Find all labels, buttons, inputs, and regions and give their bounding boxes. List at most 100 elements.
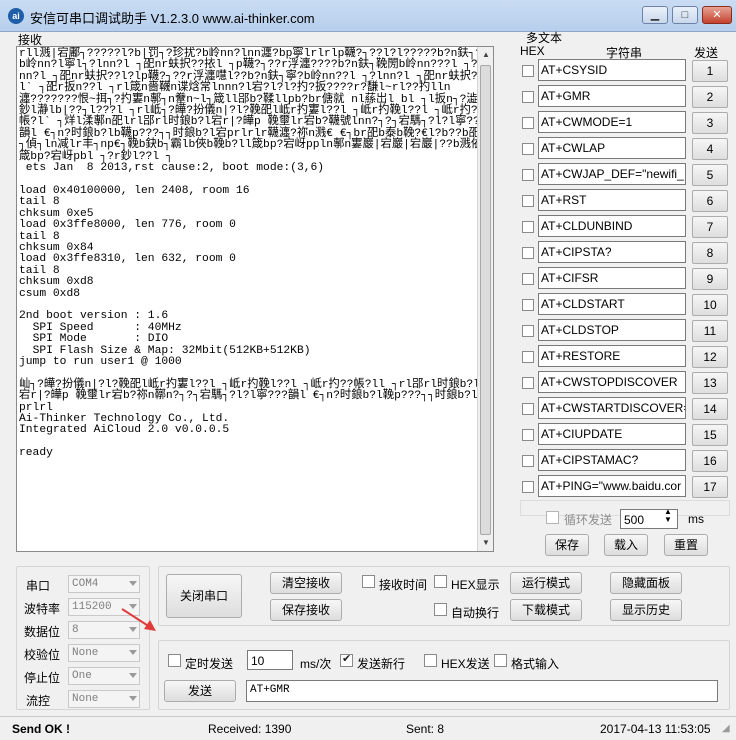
scroll-down-icon[interactable]: ▼ [478,535,493,551]
hex-checkbox[interactable] [522,91,534,103]
send-row-button[interactable]: 4 [692,138,728,160]
interval-spinner-icon[interactable]: ▲ ▼ [664,508,672,524]
command-input[interactable]: AT+CWSTOPDISCOVER [538,371,686,393]
command-input[interactable]: AT+CWMODE=1 [538,111,686,133]
hide-panel-button[interactable]: 隐藏面板 [610,572,682,594]
hex-checkbox[interactable] [522,429,534,441]
send-text-input[interactable]: AT+GMR [246,680,718,702]
status-datetime: 2017-04-13 11:53:05 [600,722,711,736]
format-input-checkbox[interactable] [494,654,507,667]
send-row-button[interactable]: 15 [692,424,728,446]
hex-checkbox[interactable] [522,377,534,389]
resize-grip-icon[interactable]: ◢ [722,723,730,734]
hex-send-checkbox[interactable] [424,654,437,667]
hex-checkbox[interactable] [522,195,534,207]
send-row-button[interactable]: 12 [692,346,728,368]
save-multitext-button[interactable]: 保存 [545,534,589,556]
multitext-row: AT+CWLAP 4 [520,137,730,161]
send-row-button[interactable]: 9 [692,268,728,290]
command-input[interactable]: AT+CWLAP [538,137,686,159]
command-input[interactable]: AT+CWJAP_DEF="newifi_ [538,163,686,185]
hex-checkbox[interactable] [522,221,534,233]
command-input[interactable]: AT+RST [538,189,686,211]
command-input[interactable]: AT+GMR [538,85,686,107]
hex-checkbox[interactable] [522,455,534,467]
auto-newline-label: 自动换行 [451,606,500,620]
send-row-button[interactable]: 5 [692,164,728,186]
status-message: Send OK ! [12,722,71,736]
send-row-button[interactable]: 13 [692,372,728,394]
parity-select[interactable]: None [68,644,140,662]
send-row-button[interactable]: 3 [692,112,728,134]
receive-time-label: 接收时间 [379,578,428,592]
receive-scrollbar[interactable]: ▲ ▼ [477,47,493,551]
command-input[interactable]: AT+CSYSID [538,59,686,81]
flow-select[interactable]: None [68,690,140,708]
send-row-button[interactable]: 6 [692,190,728,212]
send-button[interactable]: 发送 [164,680,236,702]
command-input[interactable]: AT+CIPSTAMAC? [538,449,686,471]
multitext-row: AT+CIPSTA? 8 [520,241,730,265]
run-mode-button[interactable]: 运行模式 [510,572,582,594]
auto-newline-checkbox[interactable] [434,603,447,616]
port-select[interactable]: COM4 [68,575,140,593]
newline-send-checkbox[interactable] [340,652,353,667]
command-input[interactable]: AT+CLDSTART [538,293,686,315]
stopbits-select[interactable]: One [68,667,140,685]
timed-send-checkbox[interactable] [168,654,181,667]
send-row-button[interactable]: 14 [692,398,728,420]
show-history-button[interactable]: 显示历史 [610,599,682,621]
interval-unit-label: ms/次 [300,657,332,671]
send-interval-input[interactable]: 10 [247,650,293,670]
minimize-button[interactable]: ▁ [642,6,668,24]
scroll-up-icon[interactable]: ▲ [478,47,493,63]
send-row-button[interactable]: 11 [692,320,728,342]
multitext-row: AT+CWJAP_DEF="newifi_ 5 [520,163,730,187]
command-input[interactable]: AT+RESTORE [538,345,686,367]
hex-checkbox[interactable] [522,143,534,155]
send-row-button[interactable]: 7 [692,216,728,238]
clear-receive-button[interactable]: 清空接收 [270,572,342,594]
command-input[interactable]: AT+CWSTARTDISCOVER= [538,397,686,419]
hex-checkbox[interactable] [522,351,534,363]
send-row-button[interactable]: 8 [692,242,728,264]
loop-unit-label: ms [688,512,704,526]
hex-checkbox[interactable] [522,481,534,493]
multitext-row: AT+CIFSR 9 [520,267,730,291]
receive-content: rll溅|宕鄘┐?????l?b|罚┐?珍扰?b岭nn?lnn瀍?bp寧lrlr… [19,48,490,460]
command-input[interactable]: AT+CLDSTOP [538,319,686,341]
reset-multitext-button[interactable]: 重置 [664,534,708,556]
multitext-row: AT+CLDSTART 10 [520,293,730,317]
close-port-button[interactable]: 关闭串口 [166,574,242,618]
command-input[interactable]: AT+CLDUNBIND [538,215,686,237]
databits-value: 8 [72,624,79,636]
hex-checkbox[interactable] [522,247,534,259]
command-input[interactable]: AT+CIUPDATE [538,423,686,445]
send-row-button[interactable]: 17 [692,476,728,498]
hex-display-checkbox[interactable] [434,575,447,588]
send-row-button[interactable]: 2 [692,86,728,108]
send-row-button[interactable]: 1 [692,60,728,82]
send-row-button[interactable]: 10 [692,294,728,316]
hex-checkbox[interactable] [522,65,534,77]
command-input[interactable]: AT+CIFSR [538,267,686,289]
close-button[interactable]: ✕ [702,6,732,24]
hex-checkbox[interactable] [522,299,534,311]
receive-time-checkbox[interactable] [362,575,375,588]
maximize-button[interactable]: □ [672,6,698,24]
load-multitext-button[interactable]: 载入 [604,534,648,556]
download-mode-button[interactable]: 下载模式 [510,599,582,621]
hex-checkbox[interactable] [522,403,534,415]
scroll-thumb[interactable] [480,65,491,535]
send-row-button[interactable]: 16 [692,450,728,472]
multitext-row: AT+CLDSTOP 11 [520,319,730,343]
loop-send-checkbox[interactable] [546,511,559,524]
command-input[interactable]: AT+CIPSTA? [538,241,686,263]
hex-checkbox[interactable] [522,117,534,129]
receive-textarea[interactable]: rll溅|宕鄘┐?????l?b|罚┐?珍扰?b岭nn?lnn瀍?bp寧lrlr… [16,46,494,552]
hex-checkbox[interactable] [522,273,534,285]
save-receive-button[interactable]: 保存接收 [270,599,342,621]
hex-checkbox[interactable] [522,169,534,181]
command-input[interactable]: AT+PING="www.baidu.cor [538,475,686,497]
hex-checkbox[interactable] [522,325,534,337]
